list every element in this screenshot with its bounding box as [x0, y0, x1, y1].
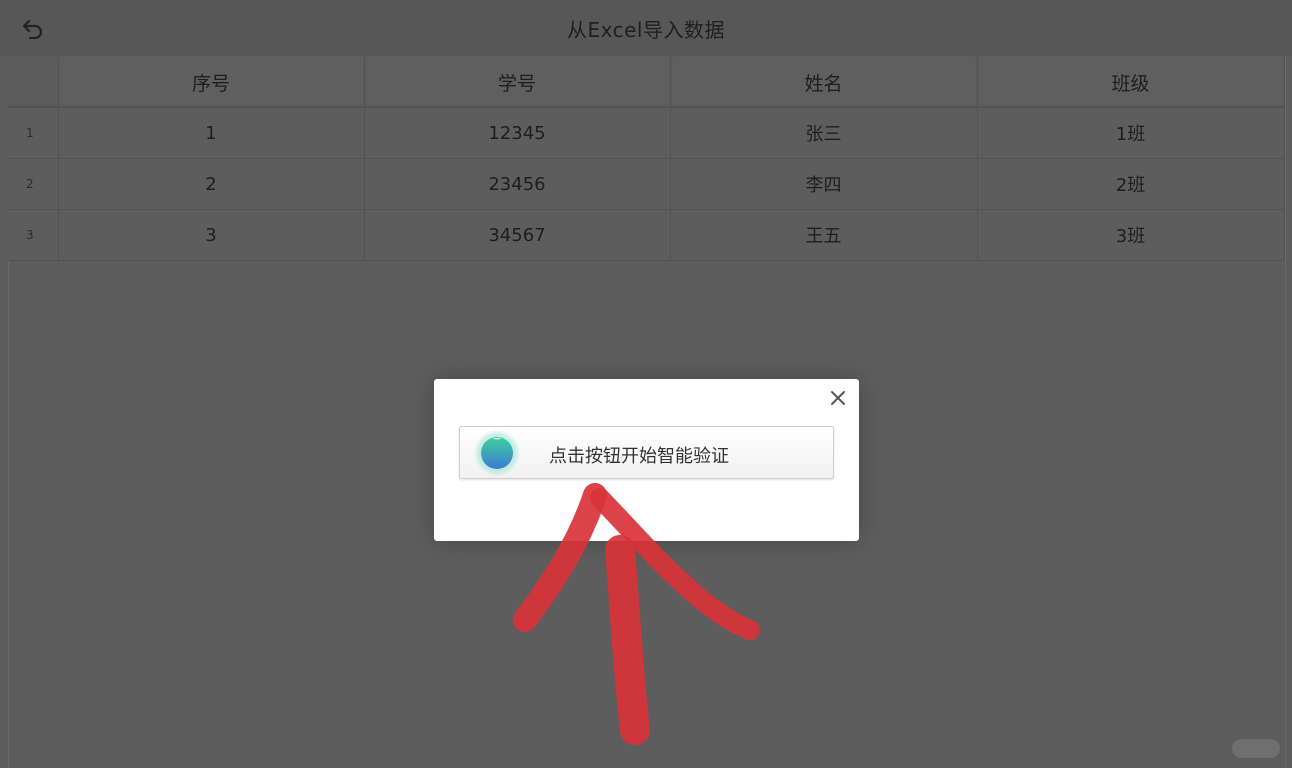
table-cell[interactable]: 1班: [977, 107, 1285, 159]
close-icon: [831, 391, 845, 405]
column-header[interactable]: 班级: [977, 57, 1285, 108]
column-header[interactable]: 姓名: [670, 57, 978, 108]
table-cell[interactable]: 张三: [670, 107, 978, 159]
column-header[interactable]: 学号: [364, 57, 671, 108]
row-number: 2: [8, 158, 59, 210]
top-bar: 从Excel导入数据: [0, 0, 1292, 56]
table-cell[interactable]: 3班: [977, 209, 1285, 261]
data-table: 序号 学号 姓名 班级 1 1 12345 张三 1班 2 2 23456 李四…: [8, 57, 1285, 261]
verify-button-label: 点击按钮开始智能验证: [549, 446, 729, 467]
table-cell[interactable]: 王五: [670, 209, 978, 261]
table-cell[interactable]: 12345: [364, 107, 671, 159]
watermark: [1232, 739, 1280, 758]
app-window: 从Excel导入数据 序号 学号 姓名 班级 1 1 12345 张三 1班 2…: [0, 0, 1292, 768]
table-cell[interactable]: 1: [58, 107, 365, 159]
table-row[interactable]: 3 3 34567 王五 3班: [8, 209, 1285, 261]
verification-dialog: 点击按钮开始智能验证: [434, 379, 859, 541]
table-cell[interactable]: 李四: [670, 158, 978, 210]
table-row[interactable]: 2 2 23456 李四 2班: [8, 158, 1285, 210]
row-number: 3: [8, 209, 59, 261]
close-button[interactable]: [827, 387, 849, 409]
row-number-header: [8, 57, 59, 108]
column-header[interactable]: 序号: [58, 57, 365, 108]
page-title: 从Excel导入数据: [567, 18, 725, 42]
table-cell[interactable]: 2班: [977, 158, 1285, 210]
table-header-row: 序号 学号 姓名 班级: [8, 57, 1285, 108]
smart-captcha-logo-icon: [474, 430, 520, 476]
table-cell[interactable]: 34567: [364, 209, 671, 261]
table-row[interactable]: 1 1 12345 张三 1班: [8, 107, 1285, 159]
table-cell[interactable]: 23456: [364, 158, 671, 210]
smart-verify-button[interactable]: 点击按钮开始智能验证: [459, 426, 834, 479]
table-cell[interactable]: 3: [58, 209, 365, 261]
row-number: 1: [8, 107, 59, 159]
table-cell[interactable]: 2: [58, 158, 365, 210]
